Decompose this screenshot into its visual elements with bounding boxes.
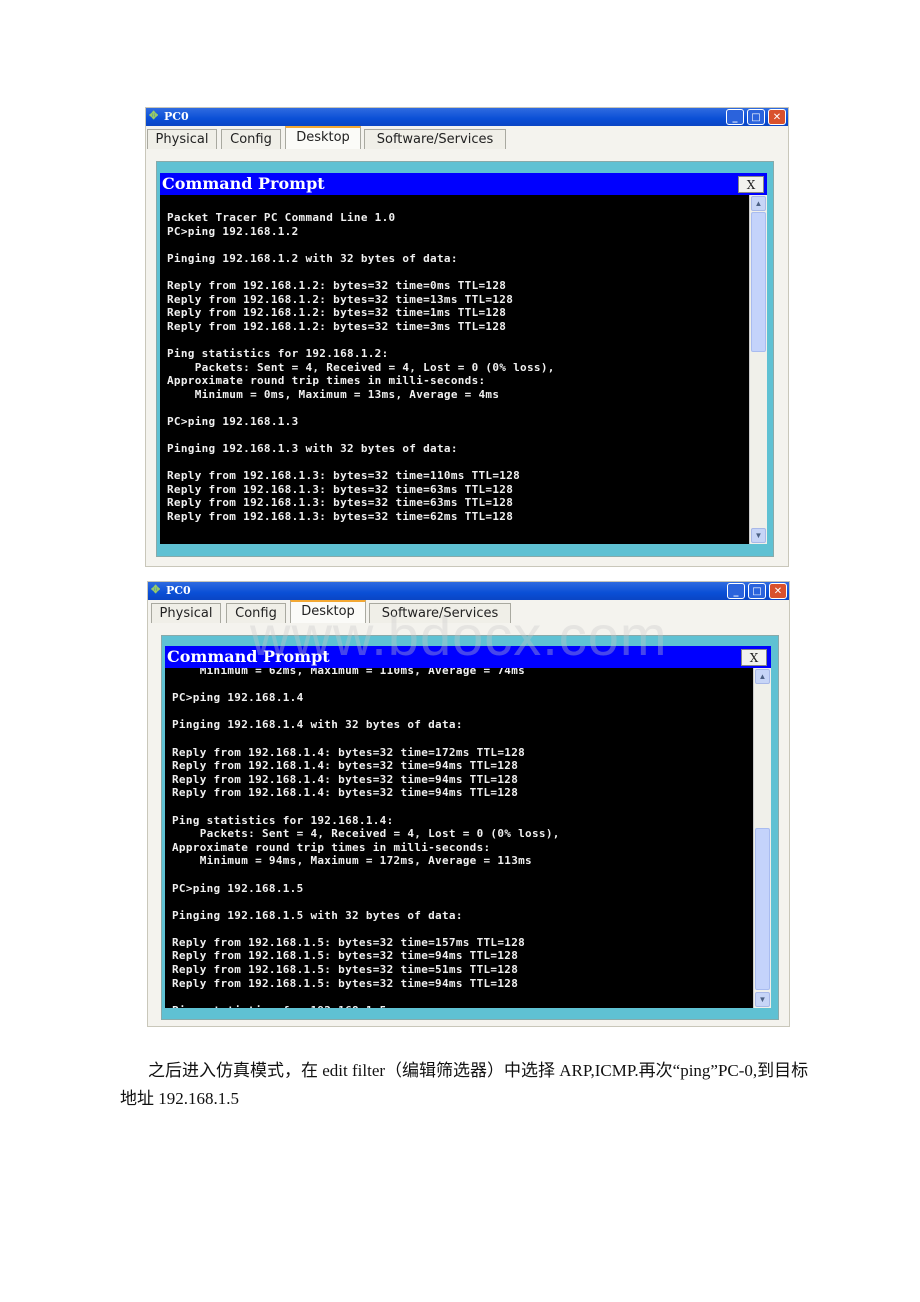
- tab-config[interactable]: Config: [221, 129, 281, 149]
- command-prompt-close-button[interactable]: X: [741, 649, 767, 666]
- command-prompt-title: Command Prompt: [160, 173, 767, 195]
- terminal-scrollbar[interactable]: ▲ ▼: [749, 195, 767, 544]
- scroll-up-icon[interactable]: ▲: [755, 669, 770, 684]
- tab-software-services[interactable]: Software/Services: [369, 603, 511, 623]
- tab-physical[interactable]: Physical: [147, 129, 217, 149]
- tab-physical[interactable]: Physical: [151, 603, 221, 623]
- scroll-up-icon[interactable]: ▲: [751, 196, 766, 211]
- scroll-thumb[interactable]: [755, 828, 770, 990]
- window-title: PC0: [164, 110, 189, 123]
- maximize-button[interactable]: □: [748, 583, 766, 599]
- command-prompt-close-button[interactable]: X: [738, 176, 764, 193]
- maximize-button[interactable]: □: [747, 109, 765, 125]
- minimize-button[interactable]: _: [727, 583, 745, 599]
- pc-icon: ✥: [151, 583, 161, 596]
- terminal-output[interactable]: Minimum = 62ms, Maximum = 110ms, Average…: [165, 668, 771, 1008]
- scroll-thumb[interactable]: [751, 212, 766, 352]
- window-title: PC0: [166, 584, 191, 597]
- terminal-text: Minimum = 62ms, Maximum = 110ms, Average…: [172, 668, 560, 1008]
- close-button[interactable]: ✕: [768, 109, 786, 125]
- scroll-down-icon[interactable]: ▼: [751, 528, 766, 543]
- pc0-window-2: ✥ PC0 _ □ ✕ Physical Config Desktop Soft…: [147, 581, 790, 1027]
- tab-config[interactable]: Config: [226, 603, 286, 623]
- close-button[interactable]: ✕: [769, 583, 787, 599]
- pc0-window-1: ✥ PC0 _ □ ✕ Physical Config Desktop Soft…: [145, 107, 789, 567]
- title-bar[interactable]: ✥ PC0 _ □ ✕: [146, 108, 788, 126]
- tab-desktop[interactable]: Desktop: [285, 126, 361, 149]
- command-prompt-title: Command Prompt: [165, 646, 771, 668]
- terminal-output[interactable]: Packet Tracer PC Command Line 1.0 PC>pin…: [160, 195, 767, 544]
- title-bar[interactable]: ✥ PC0 _ □ ✕: [148, 582, 789, 600]
- terminal-scrollbar[interactable]: ▲ ▼: [753, 668, 771, 1008]
- terminal-text: Packet Tracer PC Command Line 1.0 PC>pin…: [167, 211, 555, 524]
- tab-desktop[interactable]: Desktop: [290, 600, 366, 623]
- document-page: ✥ PC0 _ □ ✕ Physical Config Desktop Soft…: [0, 0, 920, 1302]
- scroll-down-icon[interactable]: ▼: [755, 992, 770, 1007]
- pc-icon: ✥: [149, 109, 159, 122]
- minimize-button[interactable]: _: [726, 109, 744, 125]
- body-paragraph: 之后进入仿真模式，在 edit filter（编辑筛选器）中选择 ARP,ICM…: [120, 1061, 809, 1108]
- tab-software-services[interactable]: Software/Services: [364, 129, 506, 149]
